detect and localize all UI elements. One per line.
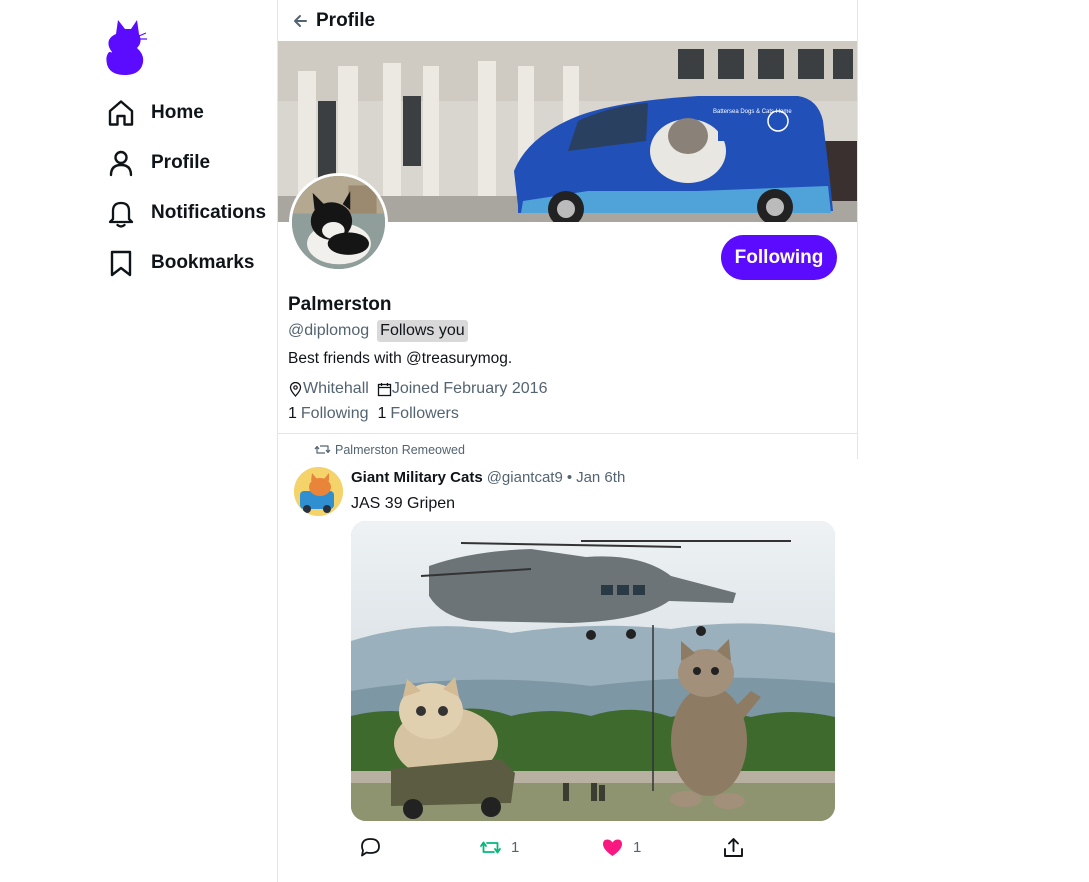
calendar-icon [377,382,391,396]
handle-row: @diplomog Follows you [288,320,468,342]
profile-joined-date: Joined February 2016 [391,380,548,397]
post-date[interactable]: Jan 6th [576,469,625,486]
nav-item-home[interactable]: Home [106,96,204,130]
cat-logo-icon[interactable] [104,18,148,76]
remeow-count: 1 [511,839,520,856]
sidebar: Home Profile Notifications Bookmarks [0,0,277,882]
followers-link[interactable]: Followers [390,405,458,423]
profile-location: Whitehall [303,380,369,397]
home-icon [108,100,134,126]
nav-label-home: Home [151,102,204,123]
arrow-left-icon[interactable] [292,13,308,29]
like-count: 1 [633,839,642,856]
user-icon [109,150,133,177]
nav-label-notifications: Notifications [151,202,267,223]
post-text: JAS 39 Gripen [351,495,456,512]
profile-handle: @diplomog [288,322,370,339]
main-column: Profile Battersea Dogs & Cats Home Follo… [277,0,858,882]
profile-bio: Best friends with @treasurymog. [288,350,513,367]
heart-icon [603,839,622,856]
divider [278,433,857,434]
nav-item-notifications[interactable]: Notifications [106,196,266,230]
post-actions: 1 1 [278,834,857,864]
nav-item-profile[interactable]: Profile [106,146,210,180]
followers-count: 1 [377,405,387,422]
nav-label-bookmarks: Bookmarks [151,252,255,273]
remeow-indicator: Palmerston Remeowed [314,441,465,458]
post-separator: • [566,469,573,486]
nav-item-bookmarks[interactable]: Bookmarks [106,246,255,280]
post-author-handle[interactable]: @giantcat9 [487,469,563,486]
reply-button[interactable] [359,836,391,859]
remeow-text: Palmerston Remeowed [335,442,465,457]
reply-icon [361,838,380,857]
bell-icon [108,201,134,228]
remeow-button[interactable]: 1 [479,836,519,859]
follows-you-badge: Follows you [377,320,468,342]
following-count: 1 [288,405,297,422]
profile-meta: Whitehall Joined February 2016 [288,380,547,398]
bookmark-icon [110,250,132,277]
share-icon [724,838,743,857]
profile-section: Profile Battersea Dogs & Cats Home Follo… [278,0,858,459]
post-author-avatar[interactable] [294,467,343,516]
share-button[interactable] [722,836,745,859]
profile-display-name: Palmerston [288,294,392,315]
post-author-name[interactable]: Giant Military Cats [351,469,483,486]
nav-label-profile: Profile [151,152,211,173]
remeow-icon [314,445,331,454]
following-button[interactable]: Following [721,235,837,280]
remeow-icon [480,841,501,854]
follow-stats: 1 Following 1 Followers [288,405,468,423]
post-header: Giant Military Cats @giantcat9 • Jan 6th [351,469,625,486]
location-pin-icon [289,381,302,397]
profile-avatar[interactable] [289,173,388,272]
profile-header: Profile [278,0,857,41]
like-button[interactable]: 1 [601,836,641,859]
following-link[interactable]: Following [301,405,369,423]
page-title: Profile [316,9,376,31]
post-image[interactable] [351,521,835,821]
